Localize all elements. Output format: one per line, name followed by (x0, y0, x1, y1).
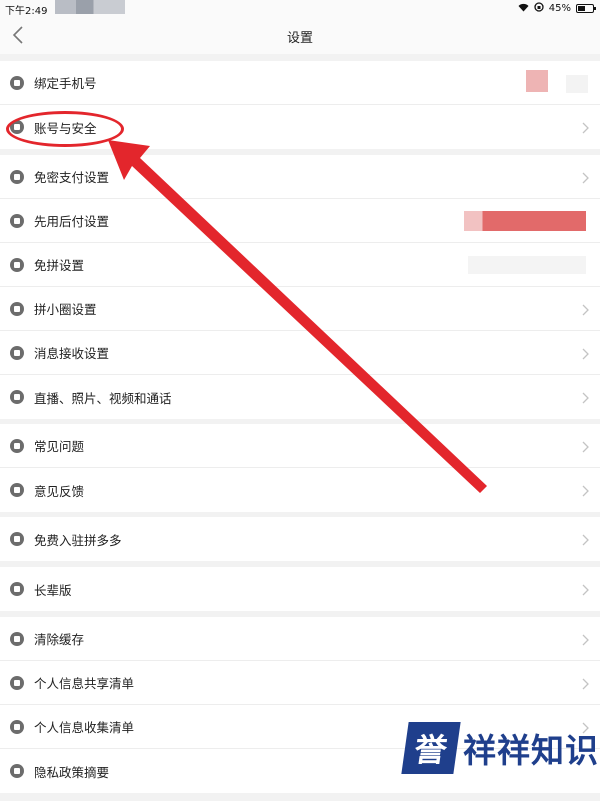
copy-icon (10, 257, 24, 272)
lock-rotation-icon (534, 2, 544, 15)
phone-icon (10, 75, 24, 90)
chevron-right-icon (578, 170, 592, 184)
privacy-lock-icon (10, 764, 24, 778)
row-pay-later[interactable]: 先用后付设置 (0, 199, 600, 243)
chevron-right-icon (578, 346, 592, 360)
store-icon (10, 532, 24, 546)
chevron-right-icon (578, 439, 592, 453)
row-label: 免拼设置 (34, 258, 85, 273)
row-label: 直播、照片、视频和通话 (34, 390, 172, 406)
row-faq[interactable]: 常见问题 (0, 424, 600, 468)
row-info-share-list[interactable]: 个人信息共享清单 (0, 661, 600, 705)
row-label: 免密支付设置 (34, 170, 110, 185)
chevron-right-icon (578, 676, 592, 690)
status-right: 45% (518, 2, 596, 15)
row-circle-settings[interactable]: 拼小圈设置 (0, 287, 600, 331)
row-message-settings[interactable]: 消息接收设置 (0, 331, 600, 375)
nav-bar: 设置 (0, 16, 600, 54)
settings-group-elder: 长辈版 (0, 567, 600, 611)
row-media-permissions[interactable]: 直播、照片、视频和通话 (0, 375, 600, 419)
chevron-right-icon (578, 483, 592, 497)
status-time: 下午2:49 (5, 6, 48, 17)
settings-group-help: 常见问题 意见反馈 (0, 424, 600, 512)
chevron-right-icon (578, 582, 592, 596)
question-icon (10, 438, 24, 453)
page-title: 设置 (286, 31, 313, 46)
row-bind-phone[interactable]: 绑定手机号 (0, 61, 600, 105)
status-bar: 下午2:49 45% (0, 0, 600, 17)
row-label: 长辈版 (34, 582, 72, 598)
row-label: 意见反馈 (34, 483, 85, 499)
watermark-logo: 誉 祥祥知识 (401, 722, 599, 774)
row-elder-mode[interactable]: 长辈版 (0, 567, 600, 611)
row-password-free-pay[interactable]: 免密支付设置 (0, 155, 600, 199)
share-icon (10, 675, 24, 690)
row-label: 常见问题 (34, 439, 85, 454)
row-label: 个人信息收集清单 (34, 720, 135, 735)
gear-icon (10, 213, 24, 228)
chevron-right-icon (578, 302, 592, 316)
row-label: 先用后付设置 (34, 214, 110, 229)
blurred-phone-value (526, 70, 548, 92)
chevron-right-icon (578, 390, 592, 404)
battery-percent: 45% (548, 3, 571, 14)
mail-icon (10, 345, 24, 360)
key-icon (10, 169, 24, 184)
chevron-right-icon (578, 532, 592, 546)
battery-icon (576, 4, 596, 13)
settings-group-merchant: 免费入驻拼多多 (0, 517, 600, 561)
chevron-right-icon (578, 120, 592, 134)
settings-group-payment: 免密支付设置 先用后付设置 免拼设置 拼小圈设置 消息接收设置 直播、照片、视频… (0, 155, 600, 419)
clean-icon (10, 631, 24, 646)
blurred-phone-value-2 (566, 75, 588, 93)
edit-icon (10, 483, 24, 497)
watermark-text: 祥祥知识 (463, 731, 599, 770)
list-icon (10, 719, 24, 734)
row-label: 免费入驻拼多多 (34, 532, 122, 548)
row-label: 隐私政策摘要 (34, 764, 110, 780)
status-blurred-area (55, 0, 125, 14)
blurred-no-group-value (468, 256, 586, 274)
lock-icon (10, 301, 24, 316)
highlight-ellipse (6, 111, 124, 147)
row-merchant-join[interactable]: 免费入驻拼多多 (0, 517, 600, 561)
row-label: 消息接收设置 (34, 346, 110, 361)
blurred-pay-later-value (464, 211, 586, 231)
video-icon (10, 390, 24, 404)
row-label: 清除缓存 (34, 632, 85, 647)
row-feedback[interactable]: 意见反馈 (0, 468, 600, 512)
row-clear-cache[interactable]: 清除缓存 (0, 617, 600, 661)
row-label: 拼小圈设置 (34, 302, 97, 317)
chevron-right-icon (578, 632, 592, 646)
wifi-icon (518, 3, 529, 15)
row-label: 个人信息共享清单 (34, 676, 135, 691)
row-label: 绑定手机号 (34, 76, 97, 91)
elder-icon (10, 582, 24, 596)
row-no-group-buy[interactable]: 免拼设置 (0, 243, 600, 287)
watermark-box: 誉 (401, 722, 461, 774)
